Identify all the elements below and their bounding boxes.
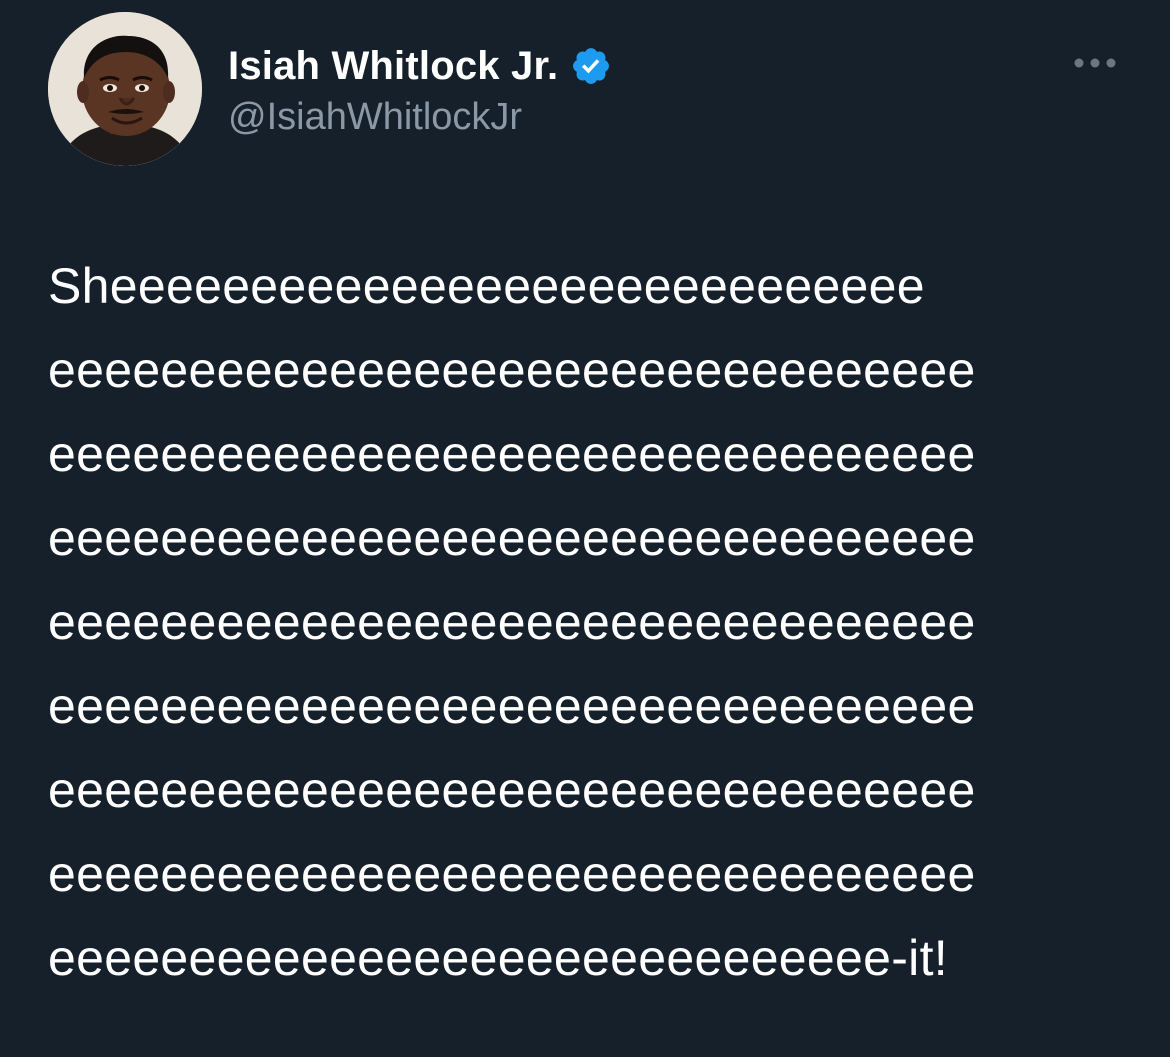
verified-badge-icon bbox=[570, 45, 612, 87]
author-handle[interactable]: @IsiahWhitlockJr bbox=[228, 96, 522, 139]
tweet-text-line: eeeeeeeeeeeeeeeeeeeeeeeeeeeeeeeee bbox=[48, 678, 976, 734]
tweet-text-line: eeeeeeeeeeeeeeeeeeeeeeeeeeeeeeeee bbox=[48, 510, 976, 566]
tweet-text: Sheeeeeeeeeeeeeeeeeeeeeeeeeeeee eeeeeeee… bbox=[48, 244, 1128, 1000]
tweet-text-line: eeeeeeeeeeeeeeeeeeeeeeeeeeeeee-it! bbox=[48, 930, 948, 986]
more-options-button[interactable] bbox=[1068, 46, 1122, 80]
tweet-text-line: eeeeeeeeeeeeeeeeeeeeeeeeeeeeeeeee bbox=[48, 846, 976, 902]
more-options-icon bbox=[1074, 58, 1116, 68]
tweet: Isiah Whitlock Jr. @IsiahWhitlockJr Shee… bbox=[0, 0, 1170, 1057]
tweet-text-line: eeeeeeeeeeeeeeeeeeeeeeeeeeeeeeeee bbox=[48, 426, 976, 482]
avatar[interactable] bbox=[48, 12, 202, 166]
tweet-text-line: eeeeeeeeeeeeeeeeeeeeeeeeeeeeeeeee bbox=[48, 762, 976, 818]
author-name-row[interactable]: Isiah Whitlock Jr. bbox=[228, 40, 612, 92]
tweet-text-line: Sheeeeeeeeeeeeeeeeeeeeeeeeeeeee bbox=[48, 258, 925, 314]
avatar-image bbox=[48, 12, 202, 166]
tweet-text-line: eeeeeeeeeeeeeeeeeeeeeeeeeeeeeeeee bbox=[48, 594, 976, 650]
author-display-name[interactable]: Isiah Whitlock Jr. bbox=[228, 44, 558, 89]
tweet-text-line: eeeeeeeeeeeeeeeeeeeeeeeeeeeeeeeee bbox=[48, 342, 976, 398]
